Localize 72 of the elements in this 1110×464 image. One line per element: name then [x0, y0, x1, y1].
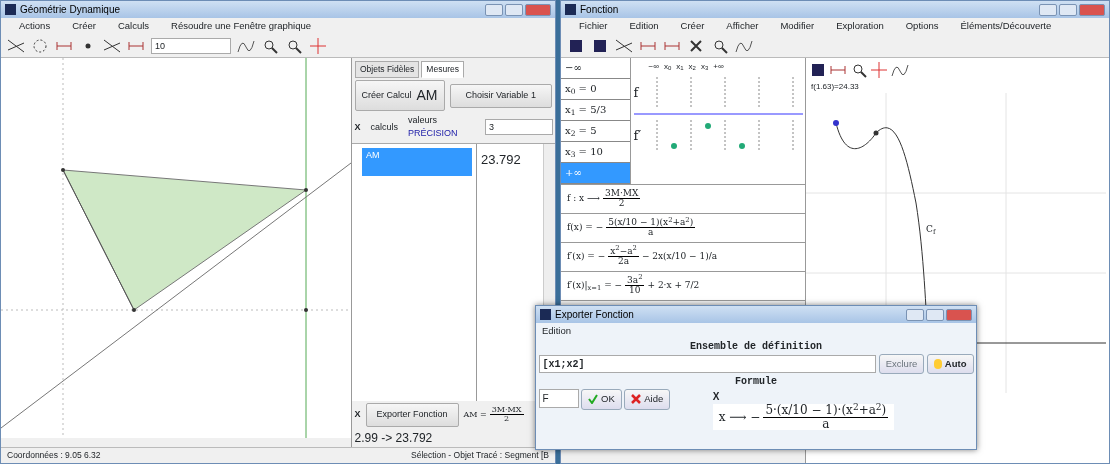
- menu-item[interactable]: Éléments/Découverte: [960, 18, 1052, 34]
- menu-item[interactable]: Exploration: [836, 18, 884, 34]
- export-function-button[interactable]: Exporter Fonction: [365, 403, 459, 427]
- table-header: x$_{1}$: [676, 60, 684, 73]
- minimize-button[interactable]: [1039, 3, 1057, 16]
- close-mark[interactable]: X: [354, 120, 361, 134]
- function-select[interactable]: F: [538, 389, 579, 409]
- menu-item[interactable]: Actions: [19, 18, 51, 34]
- minimize-button[interactable]: [906, 308, 924, 321]
- choose-variable-button[interactable]: Choisir Variable 1: [449, 84, 552, 108]
- menu-item[interactable]: Edition: [542, 323, 572, 339]
- status-text: Sélection - Objet Tracé : Segment [B: [411, 449, 549, 462]
- close-button[interactable]: [1079, 3, 1105, 16]
- create-calc-button[interactable]: Créer Calcul AM: [354, 80, 445, 112]
- value-item[interactable]: x$_{1}$ = 5/3: [561, 100, 630, 121]
- table-header: +∞: [713, 60, 724, 73]
- menu-item[interactable]: Options: [905, 18, 939, 34]
- close-button[interactable]: [946, 308, 972, 321]
- menu-item[interactable]: Créer: [680, 18, 705, 34]
- value-item[interactable]: −∞: [561, 58, 630, 79]
- curve-label: C$_{f}$: [926, 223, 936, 237]
- calc-label: calculs: [370, 120, 399, 134]
- panel-tab[interactable]: Mesures: [421, 61, 464, 78]
- circle-icon[interactable]: [31, 36, 49, 55]
- formula-text: f′(x) = − x$^{2}$−a$^{2}$ 2a − 2x(x/10 − 1)/a: [567, 246, 718, 267]
- export-formula: x ⟶ − 5·(x/10 − 1)·(x$^{2}$+a$^{2}$) a: [712, 404, 895, 431]
- table-header: x$_{0}$: [663, 60, 672, 73]
- menu-item[interactable]: Modifier: [780, 18, 815, 34]
- coordinates-text: Coordonnées : 9.05 6.32: [7, 449, 101, 462]
- exclude-button[interactable]: Exclure: [878, 354, 925, 375]
- table-header: x$_{2}$: [688, 60, 696, 73]
- formula-text: f(x) = − 5(x/10 − 1)(x$^{2}$+a$^{2}$) a: [567, 217, 696, 238]
- table-header: −∞: [648, 60, 659, 73]
- menu-item[interactable]: Fichier: [579, 18, 608, 34]
- maximize-button[interactable]: [505, 3, 523, 16]
- minimize-button[interactable]: [485, 3, 503, 16]
- precision-field[interactable]: 3: [485, 119, 553, 136]
- cross-icon: [631, 394, 642, 405]
- check-icon: [588, 394, 598, 405]
- window-title: Exporter Fonction: [555, 308, 634, 322]
- close-mark[interactable]: X: [354, 408, 361, 422]
- close-button[interactable]: [525, 3, 551, 16]
- window-title: Géométrie Dynamique: [20, 3, 121, 17]
- menu-item[interactable]: Résoudre une Fenêtre graphique: [171, 18, 312, 34]
- section-heading: Ensemble de définition: [689, 340, 823, 354]
- window-title: Fonction: [580, 3, 619, 17]
- auto-button[interactable]: Auto: [926, 354, 974, 375]
- value-item[interactable]: x$_{0}$ = 0: [561, 79, 630, 100]
- ok-button[interactable]: OK: [581, 389, 622, 410]
- domain-field[interactable]: [x1;x2]: [538, 355, 877, 374]
- menu-item[interactable]: Calculs: [117, 18, 150, 34]
- panel-tab[interactable]: Objets Fidèles: [355, 61, 420, 78]
- result-text: 2.99 -> 23.792: [353, 430, 434, 447]
- maximize-button[interactable]: [926, 308, 944, 321]
- app-icon: [565, 4, 576, 15]
- row-label: f′: [633, 126, 643, 145]
- app-icon: [540, 309, 551, 320]
- app-icon: [5, 4, 16, 15]
- menu-item[interactable]: Afficher: [726, 18, 759, 34]
- precision-label: valeurs PRÉCISION: [408, 113, 459, 141]
- measure-value: 23.792: [481, 152, 521, 168]
- value-item[interactable]: x$_{2}$ = 5: [561, 121, 630, 142]
- section-heading: Formule: [734, 375, 778, 390]
- row-label: f: [633, 83, 640, 102]
- toolbar-field[interactable]: 10: [151, 37, 231, 54]
- help-button[interactable]: Aide: [624, 389, 671, 410]
- graph-label: f(1.63)=24.33: [810, 81, 860, 93]
- menu-item[interactable]: Edition: [629, 18, 659, 34]
- menu-item[interactable]: Créer: [72, 18, 96, 34]
- axes-icon[interactable]: [309, 36, 327, 55]
- table-header: x$_{3}$: [700, 60, 709, 73]
- maximize-button[interactable]: [1059, 3, 1077, 16]
